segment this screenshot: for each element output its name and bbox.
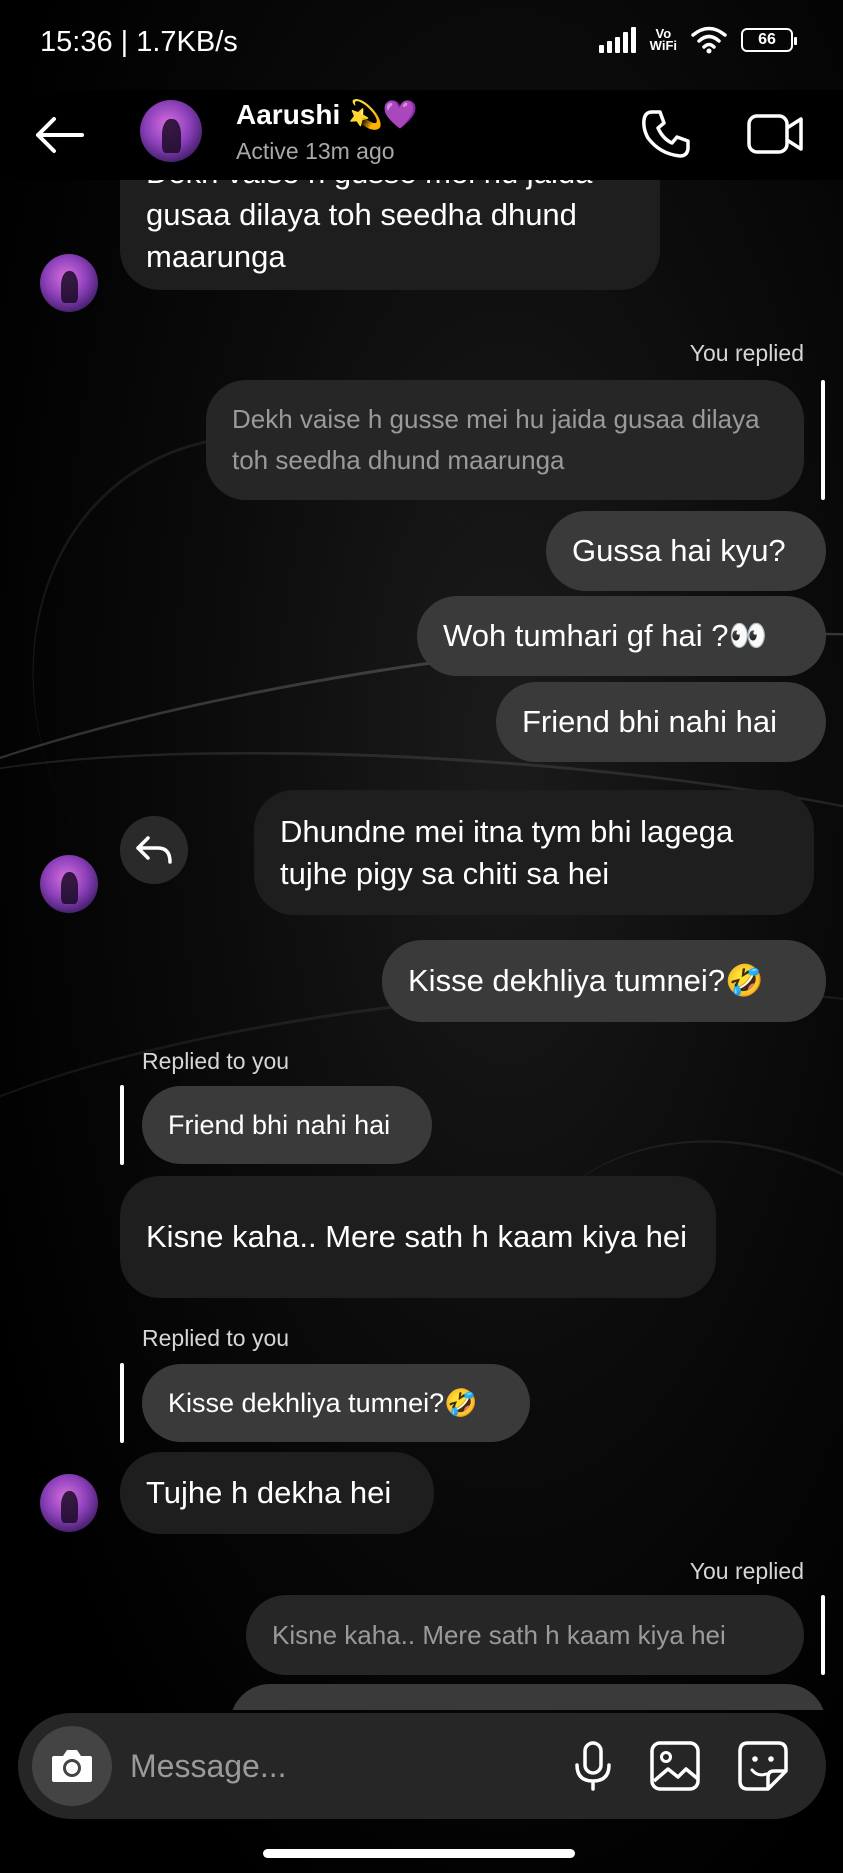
reply-label: You replied [689,1558,804,1584]
sender-avatar[interactable] [40,855,98,913]
message-text: Kisne kaha.. Mere sath h kaam kiya hei [146,1219,688,1254]
reply-indicator-bar [120,1363,124,1443]
message-composer [18,1713,826,1819]
message-thread[interactable]: Dekh vaise h gusse mei hu jaida gusaa di… [0,180,843,1710]
message-outgoing[interactable]: Woh tumhari gf hai ?👀 [417,596,826,676]
back-button[interactable] [30,110,90,160]
voice-call-button[interactable] [640,108,692,160]
camera-button[interactable] [32,1726,112,1806]
message-incoming[interactable]: Dhundne mei itna tym bhi lagega tujhe pi… [254,790,814,915]
message-incoming[interactable]: Dekh vaise h gusse mei hu jaida gusaa di… [120,180,660,290]
message-outgoing[interactable]: Gussa hai kyu? [546,511,826,591]
quote-text: Friend bhi nahi hai [168,1110,391,1140]
quote-text: Kisse dekhliya tumnei?🤣 [168,1388,478,1418]
contact-avatar[interactable] [140,100,202,162]
message-text: Tujhe h dekha hei [146,1475,392,1510]
phone-icon [642,110,690,158]
gallery-button[interactable] [648,1739,702,1793]
sender-avatar[interactable] [40,1474,98,1532]
message-input[interactable] [130,1738,570,1794]
message-text: Woh tumhari gf hai ?👀 [443,618,768,653]
contact-name[interactable]: Aarushi 💫💜 [236,98,418,131]
message-outgoing[interactable]: Tujhe h dekha hei [230,1684,826,1710]
signal-icon [598,27,636,53]
video-camera-icon [747,114,803,154]
message-text: Kisse dekhliya tumnei?🤣 [408,963,764,998]
image-icon [650,1741,700,1791]
reply-quote[interactable]: Kisne kaha.. Mere sath h kaam kiya hei [246,1595,804,1675]
video-call-button[interactable] [745,108,807,160]
message-outgoing[interactable]: Kisse dekhliya tumnei?🤣 [382,940,826,1022]
status-icons: Vo WiFi 66 [598,26,797,54]
microphone-icon [575,1741,611,1791]
reply-arrow-icon [136,836,172,864]
status-bar: 15:36 | 1.7KB/s Vo WiFi 66 [0,0,843,90]
message-text: Tujhe h dekha hei [256,1702,501,1710]
reply-quote[interactable]: Friend bhi nahi hai [142,1086,432,1164]
message-incoming[interactable]: Kisne kaha.. Mere sath h kaam kiya hei [120,1176,716,1298]
message-text: Dhundne mei itna tym bhi lagega tujhe pi… [280,813,734,891]
voice-message-button[interactable] [566,1739,620,1793]
reply-quote[interactable]: Kisse dekhliya tumnei?🤣 [142,1364,530,1442]
home-indicator[interactable] [263,1849,575,1858]
message-outgoing[interactable]: Friend bhi nahi hai [496,682,826,762]
reply-quote[interactable]: Dekh vaise h gusse mei hu jaida gusaa di… [206,380,804,500]
contact-status: Active 13m ago [236,138,395,164]
arrow-left-icon [36,117,84,153]
quote-text: Kisne kaha.. Mere sath h kaam kiya hei [272,1619,726,1650]
message-text: Dekh vaise h gusse mei hu jaida gusaa di… [146,180,592,274]
reply-label: Replied to you [142,1048,290,1074]
reply-button[interactable] [120,816,188,884]
sender-avatar[interactable] [40,254,98,312]
reply-label: You replied [689,340,804,366]
reply-label: Replied to you [142,1325,290,1351]
camera-icon [52,1750,92,1782]
message-incoming[interactable]: Tujhe h dekha hei [120,1452,434,1534]
status-time: 15:36 | 1.7KB/s [40,26,238,58]
sticker-button[interactable] [736,1739,790,1793]
message-text: Friend bhi nahi hai [522,704,778,739]
vowifi-icon: Vo WiFi [649,26,677,53]
reply-indicator-bar [120,1085,124,1165]
quote-text: Dekh vaise h gusse mei hu jaida gusaa di… [232,404,760,475]
chat-header: Aarushi 💫💜 Active 13m ago [0,90,843,180]
reply-indicator-bar [821,380,825,500]
sticker-icon [738,1741,788,1791]
message-text: Gussa hai kyu? [572,533,786,568]
reply-indicator-bar [821,1595,825,1675]
wifi-icon [691,26,727,54]
battery-icon: 66 [741,28,797,52]
